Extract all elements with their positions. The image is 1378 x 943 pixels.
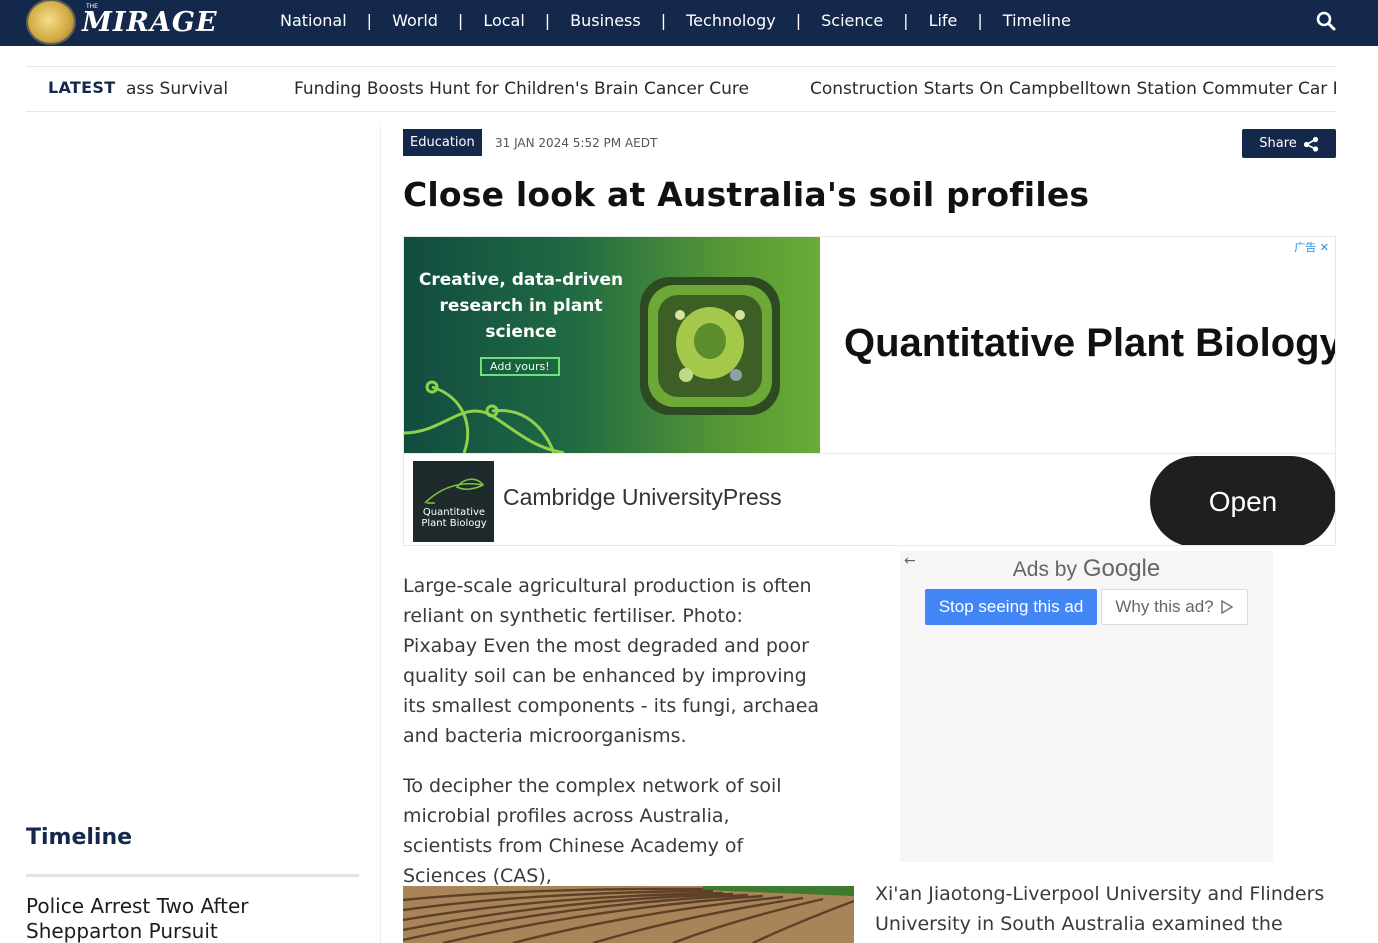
plant-cell-illustration-icon [640, 277, 780, 415]
top-navigation-bar: THE MIRAGE National | World | Local | Bu… [0, 0, 1378, 46]
logo-sun-emblem [28, 1, 74, 43]
sidebar-heading-timeline[interactable]: Timeline [26, 825, 132, 850]
sidebar-story-link[interactable]: Police Arrest Two After Shepparton Pursu… [26, 894, 356, 943]
share-icon [1303, 136, 1318, 152]
article-paragraph: Large-scale agricultural production is o… [403, 575, 820, 747]
ad-open-button[interactable]: Open [1150, 456, 1335, 545]
nav-item-life[interactable]: Life [909, 11, 978, 30]
nav-item-technology[interactable]: Technology [666, 11, 796, 30]
logo-wordmark: MIRAGE [82, 6, 218, 38]
ads-by-label: Ads by [1012, 558, 1077, 581]
nav-item-science[interactable]: Science [801, 11, 903, 30]
leaf-logo-icon [424, 478, 485, 504]
ads-by-google-label: Ads by Google [900, 555, 1273, 583]
nav-item-local[interactable]: Local [463, 11, 544, 30]
sidebar-divider [380, 126, 381, 943]
article-paragraph: To decipher the complex network of soil … [403, 775, 782, 887]
journal-cover-thumbnail[interactable]: Quantitative Plant Biology [413, 461, 494, 542]
main-menu: National | World | Local | Business | Te… [260, 0, 1091, 40]
latest-news-ticker: LATEST ass Survival Funding Boosts Hunt … [26, 66, 1336, 112]
article-paragraph: Xi'an Jiaotong-Liverpool University and … [875, 883, 1325, 935]
why-this-ad-label: Why this ad? [1115, 597, 1214, 616]
ticker-item[interactable]: Funding Boosts Hunt for Children's Brain… [294, 79, 749, 99]
journal-thumb-title: Quantitative Plant Biology [421, 507, 487, 529]
category-badge[interactable]: Education [403, 129, 482, 156]
farmland-photo[interactable] [403, 886, 854, 943]
adchoices-close-icon[interactable]: 广告 ✕ [1294, 239, 1329, 255]
share-label: Share [1259, 136, 1297, 151]
ad-advertiser-name[interactable]: Cambridge UniversityPress [503, 484, 782, 511]
nav-item-national[interactable]: National [260, 11, 367, 30]
share-button[interactable]: Share [1242, 129, 1336, 158]
ad-add-yours-button[interactable]: Add yours! [480, 357, 560, 376]
ad-banner-image[interactable]: Creative, data-driven research in plant … [404, 237, 820, 453]
adchoices-triangle-icon [1220, 600, 1234, 614]
ad-banner-headline: Creative, data-driven research in plant … [418, 270, 624, 342]
why-this-ad-button[interactable]: Why this ad? [1101, 589, 1248, 625]
google-wordmark: Google [1082, 555, 1161, 582]
sidebar-rule [26, 874, 359, 877]
article-title: Close look at Australia's soil profiles [403, 175, 1090, 214]
ticker-label: LATEST [48, 78, 116, 97]
display-ad[interactable]: Creative, data-driven research in plant … [403, 236, 1336, 546]
nav-item-timeline[interactable]: Timeline [983, 11, 1091, 30]
ticker-item[interactable]: ass Survival [126, 79, 228, 99]
ticker-item[interactable]: Construction Starts On Campbelltown Stat… [810, 79, 1336, 99]
ads-by-google-panel: ← Ads by Google Stop seeing this ad Why … [900, 551, 1273, 862]
ad-footer-bar: Quantitative Plant Biology Cambridge Uni… [404, 453, 1335, 545]
article-date: 31 JAN 2024 5:52 PM AEDT [495, 136, 658, 150]
logo-small-text: THE [86, 3, 98, 10]
ad-headline[interactable]: Quantitative Plant Biology [844, 321, 1335, 366]
stop-seeing-ad-button[interactable]: Stop seeing this ad [925, 589, 1097, 625]
nav-item-business[interactable]: Business [550, 11, 661, 30]
nav-item-world[interactable]: World [372, 11, 458, 30]
search-icon[interactable] [1316, 11, 1336, 31]
site-logo[interactable]: THE MIRAGE [28, 0, 218, 44]
